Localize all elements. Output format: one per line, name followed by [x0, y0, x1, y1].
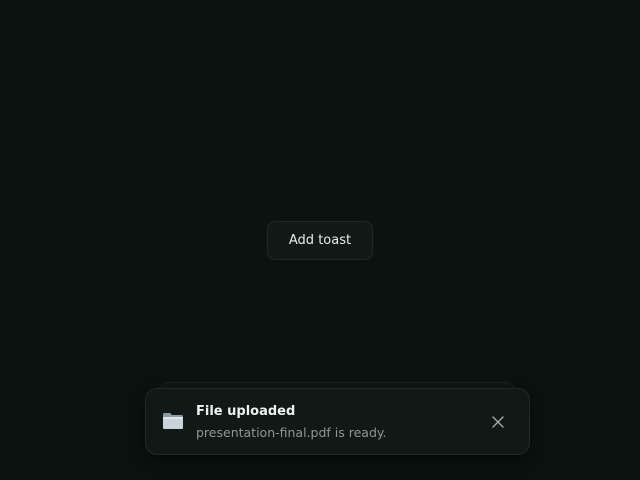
toast-description: presentation-final.pdf is ready. — [196, 425, 387, 440]
page-canvas: Add toast File uploaded presentation-fin… — [0, 0, 640, 480]
folder-icon — [161, 409, 185, 433]
toast-title: File uploaded — [196, 404, 296, 419]
close-icon[interactable] — [489, 413, 507, 431]
toast-notification: File uploaded presentation-final.pdf is … — [145, 388, 530, 455]
add-toast-button[interactable]: Add toast — [267, 221, 373, 260]
